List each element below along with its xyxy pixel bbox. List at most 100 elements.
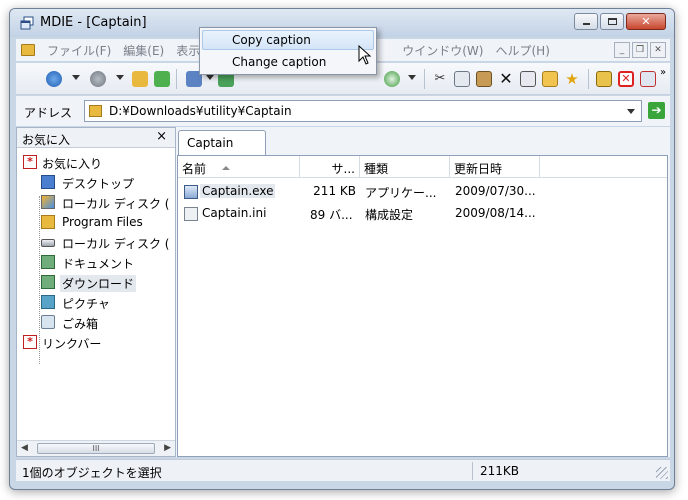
favorites-pane-header: お気に入 × — [17, 128, 175, 148]
forward-dropdown-icon[interactable] — [116, 75, 124, 80]
scroll-left-icon[interactable]: ◀ — [21, 443, 28, 453]
tree-item-links[interactable]: * リンクバー — [17, 332, 175, 352]
config-file-icon — [184, 207, 198, 221]
window-title: MDIE - [Captain] — [40, 15, 147, 30]
favorites-icon: * — [23, 155, 37, 169]
tree-item-label: ごみ箱 — [62, 317, 99, 331]
address-input[interactable]: D:¥Downloads¥utility¥Captain — [84, 100, 642, 122]
address-value: D:¥Downloads¥utility¥Captain — [109, 104, 292, 118]
address-label: アドレス — [24, 106, 73, 120]
sort-ascending-icon — [222, 166, 230, 170]
menu-edit[interactable]: 編集(E) — [117, 42, 170, 59]
minimize-button[interactable] — [574, 13, 598, 30]
local-disk-icon — [41, 195, 55, 209]
menu-window[interactable]: ウインドウ(W) — [396, 42, 489, 59]
go-arrow-icon[interactable]: ➔ — [648, 102, 665, 119]
lock-icon[interactable] — [596, 71, 612, 87]
menu-file[interactable]: ファイル(F) — [41, 42, 117, 59]
context-popup-menu: Copy caption Change caption — [199, 27, 377, 75]
recycle-bin-icon — [41, 315, 55, 329]
maximize-button[interactable] — [600, 13, 624, 30]
copy-icon[interactable] — [454, 71, 470, 87]
tree-item-pictures[interactable]: ピクチャ — [17, 292, 175, 312]
scroll-right-icon[interactable]: ▶ — [164, 443, 171, 453]
tree-item-desktop[interactable]: デスクトップ — [17, 172, 175, 192]
favorite-star-icon[interactable]: ★ — [564, 71, 580, 87]
mdi-close-button[interactable]: ✕ — [650, 42, 666, 58]
paste-icon[interactable] — [476, 71, 492, 87]
up-folder-icon[interactable] — [132, 71, 148, 87]
scroll-thumb[interactable]: III — [37, 443, 155, 454]
column-type[interactable]: 種類 — [360, 156, 450, 178]
column-modified[interactable]: 更新日時 — [450, 156, 540, 178]
column-name-label: 名前 — [182, 162, 207, 176]
column-size-label: サ... — [331, 162, 355, 176]
column-name[interactable]: 名前 — [178, 156, 300, 178]
more-chevron-icon[interactable]: » — [660, 67, 674, 83]
close-tab-icon[interactable]: ✕ — [618, 71, 634, 87]
file-modified: 2009/07/30... — [455, 184, 536, 198]
menu-item-change-caption[interactable]: Change caption — [202, 52, 374, 72]
tree-item-label: Program Files — [62, 215, 143, 229]
tree-item-favorites[interactable]: * お気に入り — [17, 152, 175, 172]
tab-label: Captain — [187, 136, 234, 150]
main-window: MDIE - [Captain] ✕ ファイル(F) 編集(E) 表示 ウインド… — [9, 8, 675, 490]
list-header: 名前 サ... 種類 更新日時 — [178, 156, 667, 178]
window-list-icon[interactable] — [640, 71, 656, 87]
file-name: Captain.exe — [200, 184, 276, 198]
file-row[interactable]: Captain.exe 211 KB アプリケー... 2009/07/30..… — [178, 181, 667, 203]
close-button[interactable]: ✕ — [626, 13, 666, 30]
history-icon[interactable] — [384, 71, 400, 87]
column-size[interactable]: サ... — [300, 156, 360, 178]
file-name: Captain.ini — [202, 206, 267, 220]
tree-item-local-disk-c[interactable]: ローカル ディスク ( — [17, 192, 175, 212]
downloads-icon — [41, 275, 55, 289]
refresh-icon[interactable] — [154, 71, 170, 87]
folder-icon — [41, 215, 55, 229]
tree-item-label: お気に入り — [42, 157, 103, 171]
favorites-tree: * お気に入り デスクトップ ローカル ディスク ( Program Files… — [17, 152, 175, 364]
tree-item-label: リンクバー — [42, 337, 102, 351]
content-pane: Captain 名前 サ... 種類 更新日時 Captain.exe 211 … — [176, 127, 670, 457]
mdi-minimize-button[interactable]: _ — [614, 42, 630, 58]
minimize-icon — [583, 23, 590, 25]
file-modified: 2009/08/14... — [455, 206, 536, 220]
address-dropdown-icon[interactable] — [627, 109, 635, 114]
tree-item-downloads[interactable]: ダウンロード — [17, 272, 175, 292]
toolbar-separator — [176, 69, 177, 89]
drive-icon — [41, 239, 55, 247]
file-row[interactable]: Captain.ini 89 バ... 構成設定 2009/08/14... — [178, 203, 667, 225]
menu-item-copy-caption[interactable]: Copy caption — [202, 30, 374, 50]
column-modified-label: 更新日時 — [454, 162, 503, 176]
pictures-icon — [41, 295, 55, 309]
resize-grip-icon[interactable] — [656, 467, 668, 479]
favorites-pane: お気に入 × * お気に入り デスクトップ ローカル ディスク ( Progra… — [16, 127, 176, 457]
tree-item-label: ピクチャ — [62, 297, 110, 311]
file-type: アプリケー... — [365, 186, 437, 200]
tree-item-program-files[interactable]: Program Files — [17, 212, 175, 232]
mdi-restore-button[interactable]: ❐ — [632, 42, 648, 58]
tab-captain[interactable]: Captain — [178, 130, 266, 156]
tree-item-local-disk-d[interactable]: ローカル ディスク ( — [17, 232, 175, 252]
folder-icon — [89, 105, 102, 117]
back-dropdown-icon[interactable] — [72, 75, 80, 80]
tree-item-documents[interactable]: ドキュメント — [17, 252, 175, 272]
column-type-label: 種類 — [364, 162, 389, 176]
tree-item-label: ローカル ディスク ( — [62, 197, 170, 211]
tree-item-recycle-bin[interactable]: ごみ箱 — [17, 312, 175, 332]
desktop-icon — [41, 175, 55, 189]
new-folder-icon[interactable] — [542, 71, 558, 87]
maximize-icon — [608, 18, 617, 25]
properties-icon[interactable] — [520, 71, 536, 87]
forward-icon[interactable] — [90, 71, 106, 87]
horizontal-scrollbar[interactable]: ◀ III ▶ — [17, 440, 175, 456]
status-selection: 1個のオブジェクトを選択 — [22, 466, 162, 480]
back-icon[interactable] — [46, 71, 62, 87]
toolbar-separator — [588, 69, 589, 89]
pane-close-icon[interactable]: × — [156, 129, 167, 144]
menu-help[interactable]: ヘルプ(H) — [489, 42, 555, 59]
view-dropdown-icon[interactable] — [206, 75, 214, 80]
delete-icon[interactable]: ✕ — [498, 71, 514, 87]
history-dropdown-icon[interactable] — [408, 75, 416, 80]
cut-icon[interactable]: ✂ — [432, 71, 448, 87]
